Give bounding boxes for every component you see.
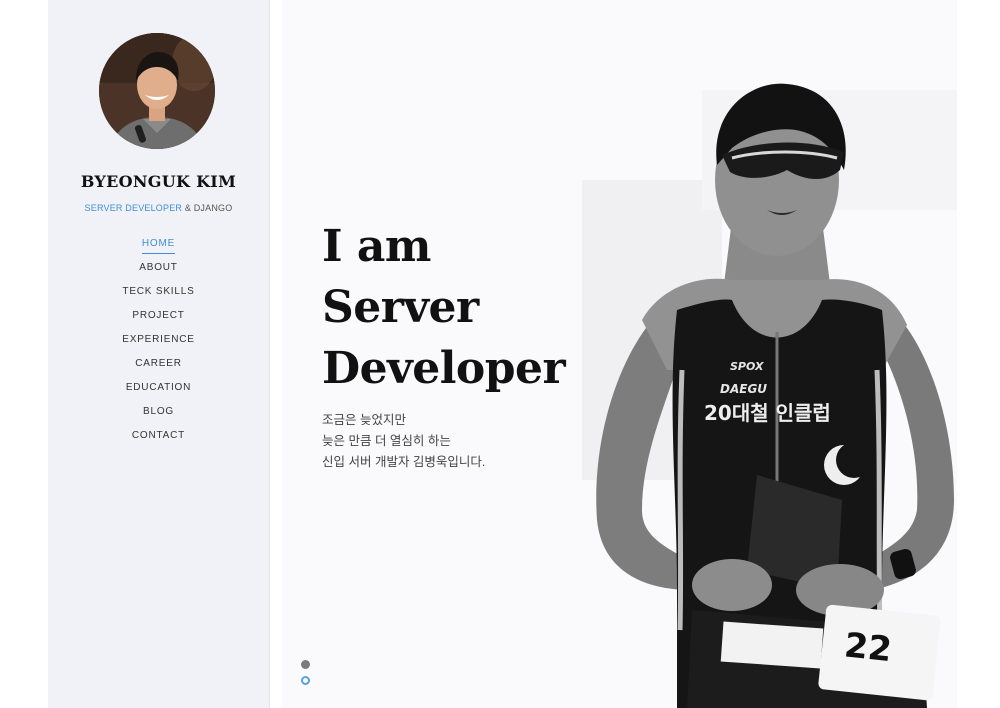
jersey-city: DAEGU (720, 382, 767, 396)
hero-headline: I am Server Developer (322, 216, 566, 399)
avatar[interactable] (99, 33, 215, 149)
avatar-photo (99, 33, 215, 149)
profile-role: SERVER DEVELOPER (84, 203, 183, 213)
carousel-dot-1[interactable] (301, 660, 310, 669)
hero-photo: SPOX DAEGU 20대철 인클럽 22 (582, 83, 957, 708)
nav-item-teck-skills[interactable]: TECK SKILLS (48, 284, 269, 308)
carousel-dots (301, 660, 310, 692)
carousel-dot-2[interactable] (301, 676, 310, 685)
nav-item-blog[interactable]: BLOG (48, 404, 269, 428)
hero-section: SPOX DAEGU 20대철 인클럽 22 I am Server Devel… (282, 0, 957, 708)
nav-item-about[interactable]: ABOUT (48, 260, 269, 284)
headline-line: I am (322, 221, 431, 272)
jersey-club: 20대철 인클럽 (704, 401, 831, 425)
profile-stack: DJANGO (193, 203, 233, 213)
intro-line: 신입 서버 개발자 김병욱입니다. (322, 455, 486, 469)
nav-item-contact[interactable]: CONTACT (48, 428, 269, 452)
nav-item-education[interactable]: EDUCATION (48, 380, 269, 404)
intro-line: 늦은 만큼 더 열심히 하는 (322, 434, 451, 448)
nav-item-career[interactable]: CAREER (48, 356, 269, 380)
profile-role-connector: & (182, 203, 194, 213)
sidebar: BYEONGUK KIM SERVER DEVELOPER & DJANGO H… (48, 0, 270, 708)
headline-line: Server (322, 282, 479, 333)
headline-line: Developer (322, 343, 566, 394)
nav-item-experience[interactable]: EXPERIENCE (48, 332, 269, 356)
hero-intro: 조금은 늦었지만 늦은 만큼 더 열심히 하는 신입 서버 개발자 김병욱입니다… (322, 410, 485, 473)
profile-tagline: SERVER DEVELOPER & DJANGO (48, 203, 269, 213)
jersey-brand: SPOX (730, 360, 764, 373)
profile-name: BYEONGUK KIM (80, 172, 237, 191)
bib-number: 22 (842, 625, 893, 670)
intro-line: 조금은 늦었지만 (322, 413, 406, 427)
nav-item-project[interactable]: PROJECT (48, 308, 269, 332)
main-nav: HOME ABOUT TECK SKILLS PROJECT EXPERIENC… (48, 236, 269, 452)
nav-item-home[interactable]: HOME (48, 236, 269, 260)
